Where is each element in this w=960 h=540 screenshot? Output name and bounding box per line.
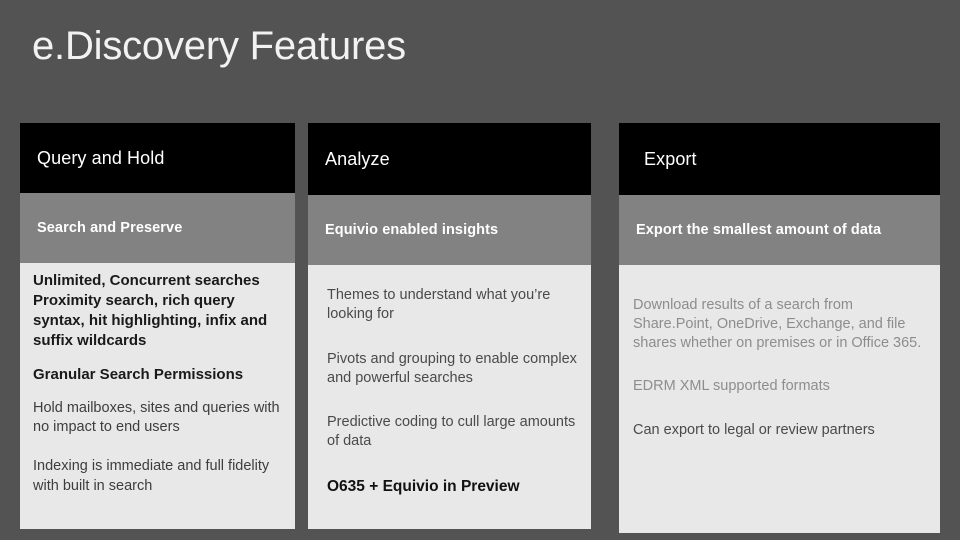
feature-column-analyze: Analyze Equivio enabled insights Themes … bbox=[308, 123, 591, 529]
column-paragraph: Can export to legal or review partners bbox=[633, 421, 875, 438]
feature-column-query-and-hold: Query and Hold Search and Preserve Unlim… bbox=[20, 123, 295, 529]
page-title: e.Discovery Features bbox=[32, 24, 406, 68]
column-body: Unlimited, Concurrent searches Proximity… bbox=[20, 263, 295, 529]
column-paragraph: Hold mailboxes, sites and queries with n… bbox=[33, 399, 280, 436]
column-paragraph: Predictive coding to cull large amounts … bbox=[327, 414, 576, 450]
column-body: Themes to understand what you’re looking… bbox=[308, 265, 591, 529]
column-paragraph: Indexing is immediate and full fidelity … bbox=[33, 458, 270, 494]
column-paragraph: EDRM XML supported formats bbox=[633, 378, 830, 395]
column-subheader: Equivio enabled insights bbox=[308, 195, 591, 265]
column-paragraph: Pivots and grouping to enable complex an… bbox=[327, 350, 577, 386]
column-paragraph: Themes to understand what you’re looking… bbox=[327, 287, 551, 322]
column-paragraph: Granular Search Permissions bbox=[33, 365, 244, 383]
slide-canvas: e.Discovery Features Query and Hold Sear… bbox=[0, 0, 960, 540]
column-subheader: Export the smallest amount of data bbox=[619, 195, 940, 265]
column-paragraph: O635 + Equivio in Preview bbox=[327, 478, 520, 496]
column-paragraph: Unlimited, Concurrent searches Proximity… bbox=[33, 272, 268, 349]
feature-column-export: Export Export the smallest amount of dat… bbox=[619, 123, 940, 533]
column-body: Download results of a search from Share.… bbox=[619, 265, 940, 533]
column-header: Export bbox=[619, 123, 940, 195]
column-header: Analyze bbox=[308, 123, 591, 195]
column-paragraph: Download results of a search from Share.… bbox=[633, 297, 922, 352]
column-subheader: Search and Preserve bbox=[20, 193, 295, 263]
column-header: Query and Hold bbox=[20, 123, 295, 193]
